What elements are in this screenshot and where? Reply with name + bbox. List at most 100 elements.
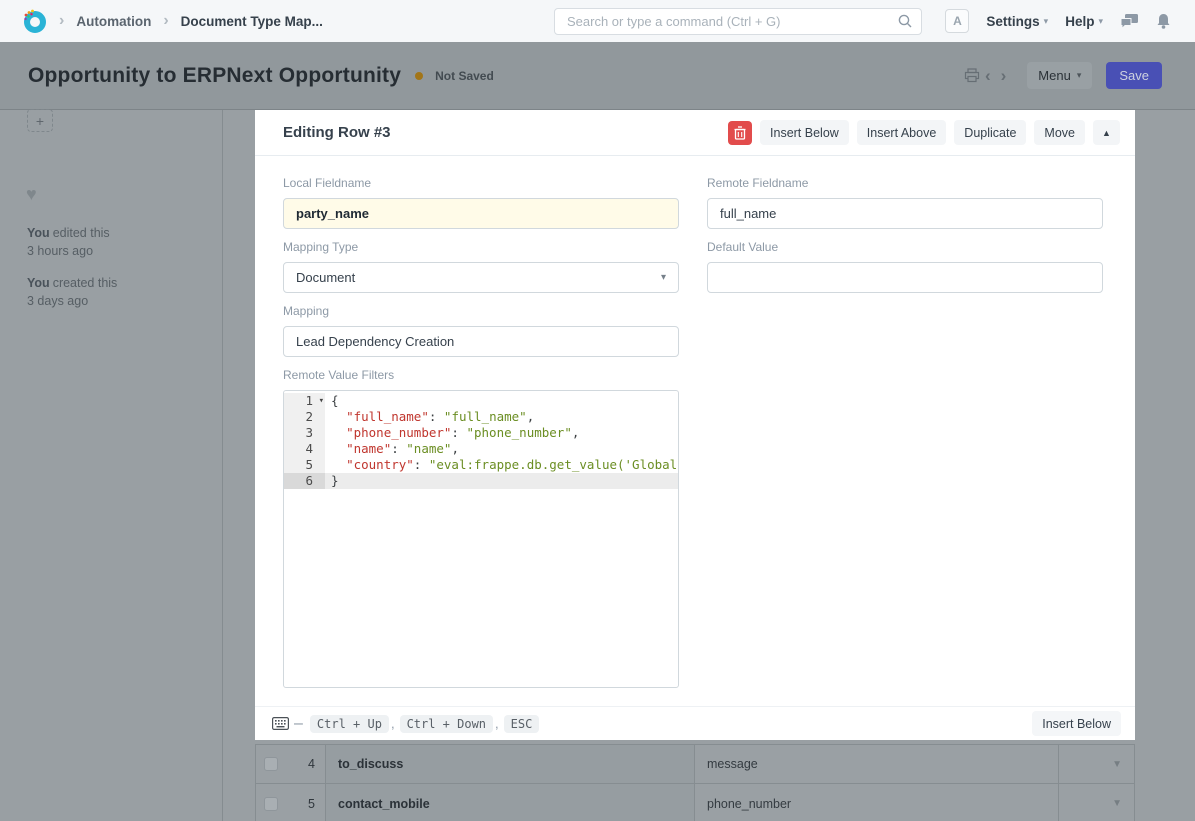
editor-title: Editing Row #3 — [283, 124, 720, 141]
code-line[interactable]: 1▾{ — [284, 393, 678, 409]
dash-separator: – — [294, 715, 303, 733]
mapping-type-select[interactable]: Document ▾ — [283, 262, 679, 293]
row-index: 5 — [286, 784, 326, 821]
code-line[interactable]: 6} — [284, 473, 678, 489]
code-text: "phone_number": "phone_number", — [325, 425, 678, 441]
next-record-icon[interactable]: › — [996, 67, 1012, 84]
prev-record-icon[interactable]: ‹ — [980, 67, 996, 84]
activity-actor: You — [27, 276, 50, 290]
editor-body: Local Fieldname Mapping Type Document ▾ … — [255, 156, 1135, 706]
fold-caret-icon[interactable]: ▾ — [319, 393, 324, 409]
code-text: "full_name": "full_name", — [325, 409, 678, 425]
chevron-down-icon: ▾ — [1044, 17, 1049, 26]
row-index: 4 — [286, 745, 326, 783]
avatar[interactable]: A — [945, 9, 969, 33]
code-line[interactable]: 5 "country": "eval:frappe.db.get_value('… — [284, 457, 678, 473]
default-value-input[interactable] — [707, 262, 1103, 293]
settings-label: Settings — [986, 14, 1039, 29]
remote-fieldname-input[interactable] — [707, 198, 1103, 229]
editor-header: Editing Row #3 Insert Below Insert Above… — [255, 110, 1135, 156]
remote-fieldname-cell[interactable]: phone_number — [695, 784, 1059, 821]
activity-actor: You — [27, 226, 50, 240]
chevron-down-icon: ▾ — [1098, 17, 1103, 26]
chevron-down-icon: ▾ — [661, 273, 666, 283]
kbd-shortcut: ESC — [504, 715, 540, 733]
duplicate-button[interactable]: Duplicate — [954, 120, 1026, 145]
kbd-shortcut: Ctrl + Down — [400, 715, 493, 733]
bell-icon[interactable] — [1156, 13, 1171, 30]
page-title: Opportunity to ERPNext Opportunity — [28, 64, 401, 88]
navbar: › Automation › Document Type Map... A Se… — [0, 0, 1195, 42]
search-icon — [897, 13, 913, 29]
app-window: › Automation › Document Type Map... A Se… — [0, 0, 1195, 821]
code-line[interactable]: 3 "phone_number": "phone_number", — [284, 425, 678, 441]
field-label: Remote Fieldname — [707, 176, 1103, 190]
field-label: Mapping — [283, 304, 679, 318]
activity-action: created this — [53, 276, 118, 290]
chevron-up-icon: ▲ — [1102, 128, 1111, 138]
field-mapping: Mapping — [283, 304, 679, 357]
remote-fieldname-cell[interactable]: message — [695, 745, 1059, 783]
activity-time: 3 hours ago — [27, 242, 207, 260]
add-attachment-button[interactable]: + — [27, 109, 53, 132]
mapping-grid: 4 to_discuss message ▼ 5 contact_mobile … — [255, 744, 1135, 821]
breadcrumb-current[interactable]: Document Type Map... — [181, 14, 323, 29]
row-expand-icon[interactable]: ▼ — [1112, 759, 1122, 770]
breadcrumb-chevron-icon: › — [59, 12, 64, 30]
code-text: } — [325, 473, 678, 489]
search-input[interactable] — [554, 8, 922, 35]
row-checkbox[interactable] — [264, 797, 278, 811]
comma-separator: , — [391, 716, 395, 731]
row-checkbox[interactable] — [264, 757, 278, 771]
page-actions: ‹ › Menu ▾ Save — [964, 62, 1162, 89]
like-heart-icon[interactable]: ♥ — [26, 185, 37, 203]
global-search — [554, 8, 922, 35]
local-fieldname-input[interactable] — [283, 198, 679, 229]
local-fieldname-cell[interactable]: to_discuss — [326, 745, 695, 783]
table-row[interactable]: 5 contact_mobile phone_number ▼ — [255, 784, 1135, 821]
field-label: Mapping Type — [283, 240, 679, 254]
menu-button[interactable]: Menu ▾ — [1027, 62, 1092, 89]
field-label: Remote Value Filters — [283, 368, 679, 382]
gutter-line-number: 1▾ — [284, 393, 325, 409]
settings-menu[interactable]: Settings ▾ — [986, 14, 1048, 29]
grid-row-editor: Editing Row #3 Insert Below Insert Above… — [255, 110, 1135, 740]
gutter-line-number: 4 — [284, 441, 325, 457]
keyboard-icon — [272, 717, 289, 730]
insert-below-button[interactable]: Insert Below — [760, 120, 849, 145]
gutter-line-number: 6 — [284, 473, 325, 489]
gutter-line-number: 3 — [284, 425, 325, 441]
code-line[interactable]: 2 "full_name": "full_name", — [284, 409, 678, 425]
code-editor-lines: 1▾{2 "full_name": "full_name",3 "phone_n… — [284, 393, 678, 489]
code-text: { — [325, 393, 678, 409]
print-icon[interactable] — [964, 68, 980, 83]
menu-label: Menu — [1038, 68, 1071, 83]
delete-row-button[interactable] — [728, 121, 752, 145]
row-expand-icon[interactable]: ▼ — [1112, 798, 1122, 809]
field-mapping-type: Mapping Type Document ▾ — [283, 240, 679, 293]
footer-insert-below-button[interactable]: Insert Below — [1032, 711, 1121, 736]
field-remote-value-filters: Remote Value Filters 1▾{2 "full_name": "… — [283, 368, 679, 688]
breadcrumb-automation[interactable]: Automation — [76, 14, 151, 29]
help-label: Help — [1065, 14, 1094, 29]
code-line[interactable]: 4 "name": "name", — [284, 441, 678, 457]
chat-icon[interactable] — [1120, 13, 1139, 30]
not-saved-indicator: Not Saved — [415, 69, 494, 83]
save-button[interactable]: Save — [1106, 62, 1162, 89]
table-row[interactable]: 4 to_discuss message ▼ — [255, 744, 1135, 784]
navbar-right: A Settings ▾ Help ▾ — [945, 0, 1171, 42]
local-fieldname-cell[interactable]: contact_mobile — [326, 784, 695, 821]
insert-above-button[interactable]: Insert Above — [857, 120, 947, 145]
sidebar-divider — [222, 110, 223, 821]
app-logo-icon[interactable] — [22, 9, 47, 34]
code-editor[interactable]: 1▾{2 "full_name": "full_name",3 "phone_n… — [283, 390, 679, 688]
field-label: Default Value — [707, 240, 1103, 254]
activity-item: Youcreated this 3 days ago — [27, 274, 207, 310]
mapping-input[interactable] — [283, 326, 679, 357]
help-menu[interactable]: Help ▾ — [1065, 14, 1103, 29]
collapse-row-button[interactable]: ▲ — [1093, 120, 1120, 145]
move-button[interactable]: Move — [1034, 120, 1085, 145]
trash-icon — [734, 126, 746, 140]
gutter-line-number: 5 — [284, 457, 325, 473]
shortcuts: Ctrl + Up,Ctrl + Down,ESC — [310, 715, 539, 733]
